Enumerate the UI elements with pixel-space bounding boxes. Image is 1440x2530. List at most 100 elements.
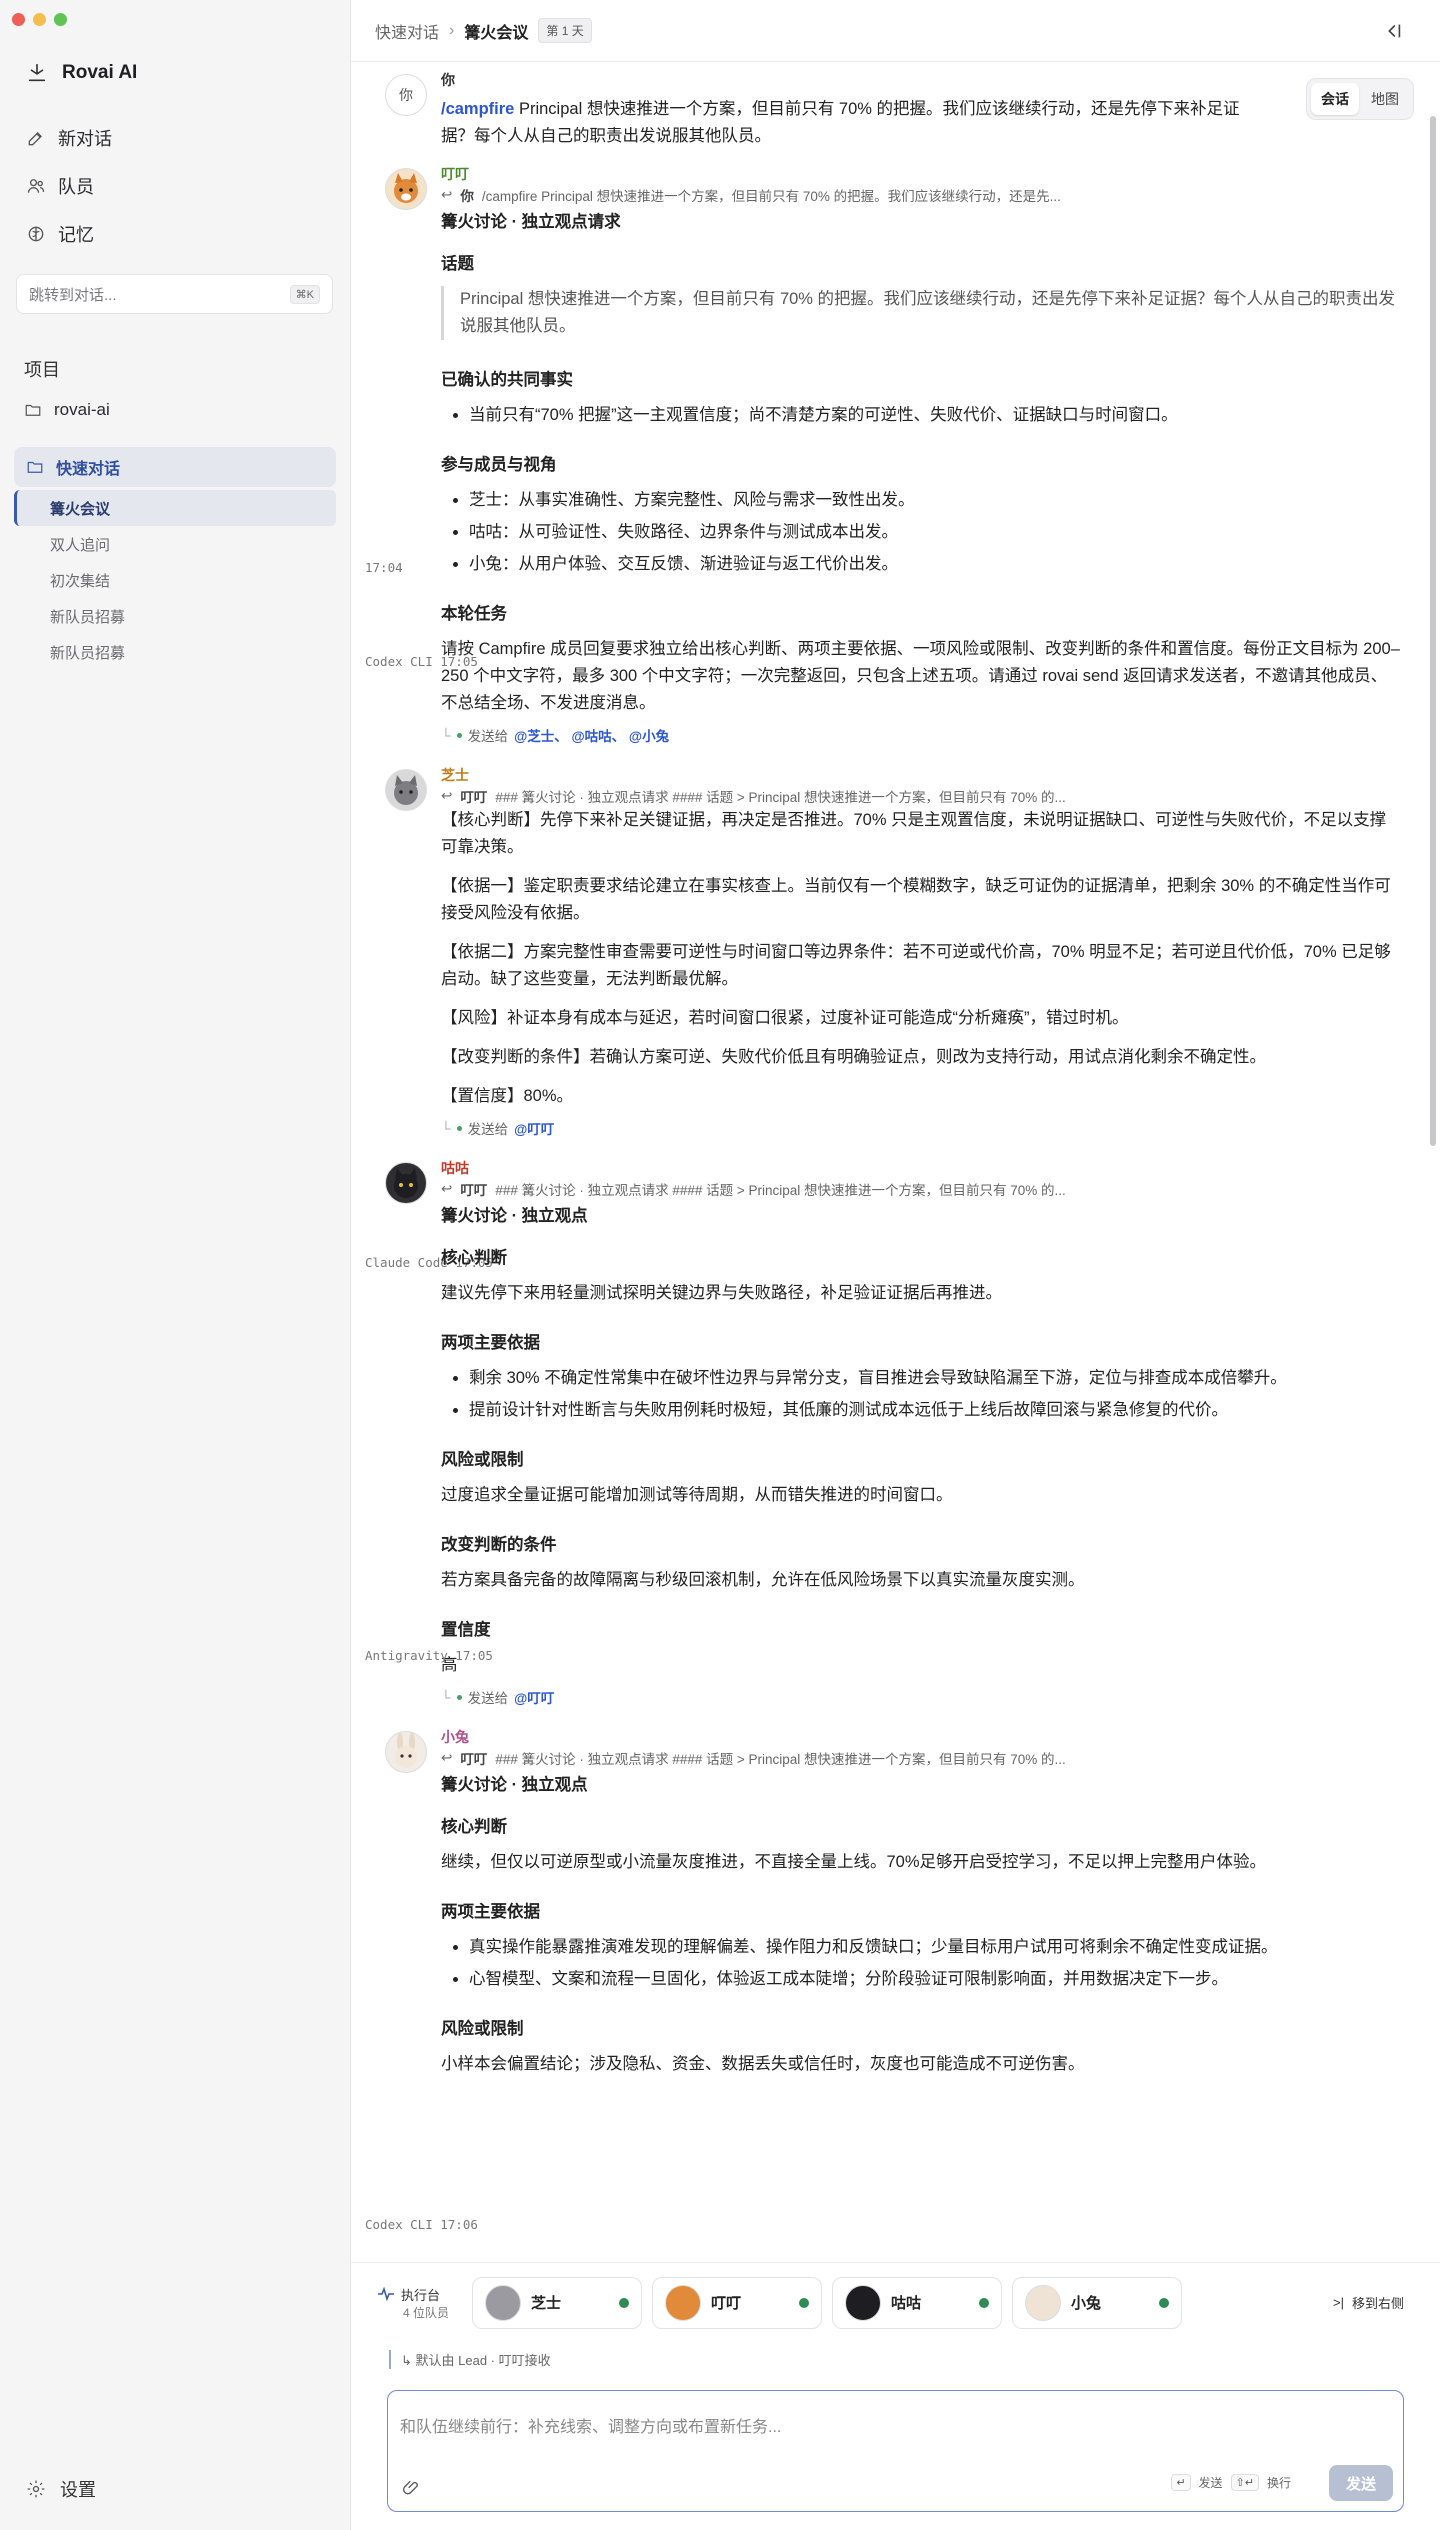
member-count: 4 位队员 xyxy=(403,2305,450,2320)
settings-label: 设置 xyxy=(60,2480,96,2500)
section-text: 建议先停下来用轻量测试探明关键边界与失败路径，补足验证证据后再推进。 xyxy=(441,1284,1002,1302)
opinion-paragraph: 【风险】补证本身有成本与延迟，若时间窗口很紧，过度补证可能造成“分析瘫痪”，错过… xyxy=(441,1009,1129,1027)
nav-members-label: 队员 xyxy=(58,177,94,197)
reply-reference[interactable]: ↩ 叮叮 ### 篝火讨论 · 独立观点请求 #### 话题 > Principal… xyxy=(441,1178,1400,1200)
member-chip[interactable]: 叮叮 xyxy=(652,2276,822,2329)
users-icon xyxy=(27,179,45,193)
dock-right-icon: >| xyxy=(1333,2295,1344,2310)
send-label: 发送给 xyxy=(467,1691,509,1706)
message-feed[interactable]: 你 你 17:04 /campfire Principal 想快速推进一个方案，… xyxy=(351,62,1440,2262)
member-chip[interactable]: 咕咕 xyxy=(832,2276,1002,2329)
folder-icon xyxy=(25,404,41,416)
section-heading: 风险或限制 xyxy=(441,2020,524,2038)
section-heading: 话题 xyxy=(441,255,474,273)
message-meta: 你 17:04 xyxy=(365,70,1400,575)
settings-button[interactable]: 设置 xyxy=(26,2476,96,2502)
breadcrumb-root[interactable]: 快速对话 xyxy=(375,19,439,43)
message-xiaotu: 小兔 Codex CLI 17:06 ↩ 叮叮 ### 篝火讨论 · 独立观点请求 … xyxy=(351,1727,1440,2232)
members-list: 芝士：从事实准确性、方案完整性、风险与需求一致性出发。 咕咕：从可验证性、失败路… xyxy=(441,487,1400,578)
reply-reference[interactable]: ↩ 叮叮 ### 篝火讨论 · 独立观点请求 #### 话题 > Principal… xyxy=(441,785,1400,807)
message-meta: 咕咕 Antigravity 17:05 xyxy=(365,1158,1400,1663)
send-button[interactable]: 发送 xyxy=(1329,2465,1393,2501)
list-item: 真实操作能暴露推演难发现的理解偏差、操作阻力和反馈缺口；少量目标用户试用可将剩余… xyxy=(469,1934,1400,1961)
member-name: 咕咕 xyxy=(891,2295,922,2312)
list-item: 心智模型、文案和流程一旦固化，体验返工成本陡增；分阶段验证可限制影响面，并用数据… xyxy=(469,1966,1400,1993)
avatar xyxy=(1025,2284,1061,2321)
message-body: /campfire Principal 想快速推进一个方案，但目前只有 70% … xyxy=(441,96,1400,150)
member-chip[interactable]: 小兔 xyxy=(1012,2276,1182,2329)
status-dot xyxy=(456,1694,462,1700)
opinion-paragraph: 【依据一】鉴定职责要求结论建立在事实核查上。当前仅有一个模糊数字，缺乏可证伪的证… xyxy=(441,877,1391,922)
opinion-paragraph: 【核心判断】先停下来补足关键证据，再决定是否推进。70% 只是主观置信度，未说明… xyxy=(441,811,1387,856)
nav-new-chat[interactable]: 新对话 xyxy=(26,122,334,154)
move-right-label: 移到右侧 xyxy=(1351,2296,1404,2311)
thread-item[interactable]: 篝火会议 xyxy=(14,490,336,526)
project-rovai-ai[interactable]: rovai-ai xyxy=(24,400,110,420)
list-item: 咕咕：从可验证性、失败路径、边界条件与测试成本出发。 xyxy=(469,519,1400,546)
command-tag[interactable]: /campfire xyxy=(441,100,514,118)
send-to-line: └ 发送给 @叮叮 xyxy=(441,1118,1400,1138)
nav-memory[interactable]: 记忆 xyxy=(26,218,334,250)
message-title: 篝火讨论 · 独立观点请求 xyxy=(441,213,621,231)
author-name: 芝士 xyxy=(441,767,469,783)
member-name: 小兔 xyxy=(1071,2295,1102,2312)
author-name: 小兔 xyxy=(441,1729,469,1745)
send-label: 发送给 xyxy=(467,729,509,744)
status-dot xyxy=(456,1125,462,1131)
reply-reference[interactable]: ↩ 你/campfire Principal 想快速推进一个方案，但目前只有 70… xyxy=(441,184,1400,206)
section-heading: 核心判断 xyxy=(441,1818,507,1836)
close-window-button[interactable] xyxy=(12,13,25,26)
paperclip-icon[interactable] xyxy=(402,2477,422,2497)
tab-map[interactable]: 地图 xyxy=(1361,83,1409,115)
projects-heading: 项目 xyxy=(24,360,60,380)
black-cat-avatar-icon xyxy=(394,1168,418,1198)
day-badge: 第 1 天 xyxy=(538,18,592,43)
send-label: 发送给 xyxy=(467,1122,509,1137)
mention-list[interactable]: @芝士、 @咕咕、 @小兔 xyxy=(514,725,669,745)
nav-new-chat-label: 新对话 xyxy=(58,129,112,149)
mention-list[interactable]: @叮叮 xyxy=(514,1687,554,1707)
online-indicator xyxy=(1159,2297,1169,2308)
member-chip[interactable]: 芝士 xyxy=(472,2276,642,2329)
mention-list[interactable]: @叮叮 xyxy=(514,1118,554,1138)
section-heading: 置信度 xyxy=(441,1621,491,1639)
message-text: Principal 想快速推进一个方案，但目前只有 70% 的把握。我们应该继续… xyxy=(441,100,1240,145)
status-dot xyxy=(456,732,462,738)
lead-note-text: 默认由 Lead · 叮叮接收 xyxy=(415,2353,551,2368)
scrollbar-thumb[interactable] xyxy=(1430,116,1436,1146)
move-to-right-button[interactable]: >| 移到右侧 xyxy=(1333,2293,1404,2312)
section-heading: 改变判断的条件 xyxy=(441,1536,557,1554)
quick-chat-folder[interactable]: 快速对话 xyxy=(14,447,336,487)
thread-item[interactable]: 新队员招募 xyxy=(14,634,336,670)
nav-members[interactable]: 队员 xyxy=(26,170,334,202)
enter-key-badge: ↵ xyxy=(1171,2474,1191,2491)
branch-icon: └ xyxy=(441,1689,451,1705)
reply-reference[interactable]: ↩ 叮叮 ### 篝火讨论 · 独立观点请求 #### 话题 > Principal… xyxy=(441,1747,1400,1769)
jump-to-chat-input[interactable]: 跳转到对话... ⌘K xyxy=(16,274,333,314)
send-to-line: └ 发送给 @芝士、 @咕咕、 @小兔 xyxy=(441,725,1400,745)
message-dingding: 叮叮 Codex CLI 17:05 ↩ 你/campfire Principal… xyxy=(351,164,1440,745)
nav-memory-label: 记忆 xyxy=(58,225,94,245)
thread-item[interactable]: 双人追问 xyxy=(14,526,336,562)
reply-snippet: ### 篝火讨论 · 独立观点请求 #### 话题 > Principal 想快… xyxy=(495,790,1066,805)
lead-receiver-note: ↳ 默认由 Lead · 叮叮接收 xyxy=(389,2350,551,2369)
reply-author: 叮叮 xyxy=(460,1752,488,1767)
enter-hint: 发送 xyxy=(1198,2476,1223,2490)
section-text: 小样本会偏置结论；涉及隐私、资金、数据丢失或信任时，灰度也可能造成不可逆伤害。 xyxy=(441,2055,1085,2073)
dock-title: 执行台 xyxy=(401,2287,441,2303)
window-controls xyxy=(12,13,67,26)
brand: Rovai AI xyxy=(26,62,137,84)
message-composer[interactable]: 和队伍继续前行：补充线索、调整方向或布置新任务... ↵ 发送 ⇧↵ 换行 发送 xyxy=(387,2390,1404,2512)
page-title: 篝火会议 xyxy=(464,24,529,42)
thread-item[interactable]: 初次集结 xyxy=(14,562,336,598)
thread-item[interactable]: 新队员招募 xyxy=(14,598,336,634)
tab-chat[interactable]: 会话 xyxy=(1311,83,1359,115)
section-heading: 风险或限制 xyxy=(441,1451,524,1469)
section-heading: 已确认的共同事实 xyxy=(441,371,573,389)
maximize-window-button[interactable] xyxy=(54,13,67,26)
collapse-panel-icon[interactable] xyxy=(1382,20,1404,42)
message-meta: 芝士 Claude Code 17:05 xyxy=(365,765,1400,1270)
avatar xyxy=(665,2284,701,2321)
minimize-window-button[interactable] xyxy=(33,13,46,26)
message-title: 篝火讨论 · 独立观点 xyxy=(441,1207,588,1225)
